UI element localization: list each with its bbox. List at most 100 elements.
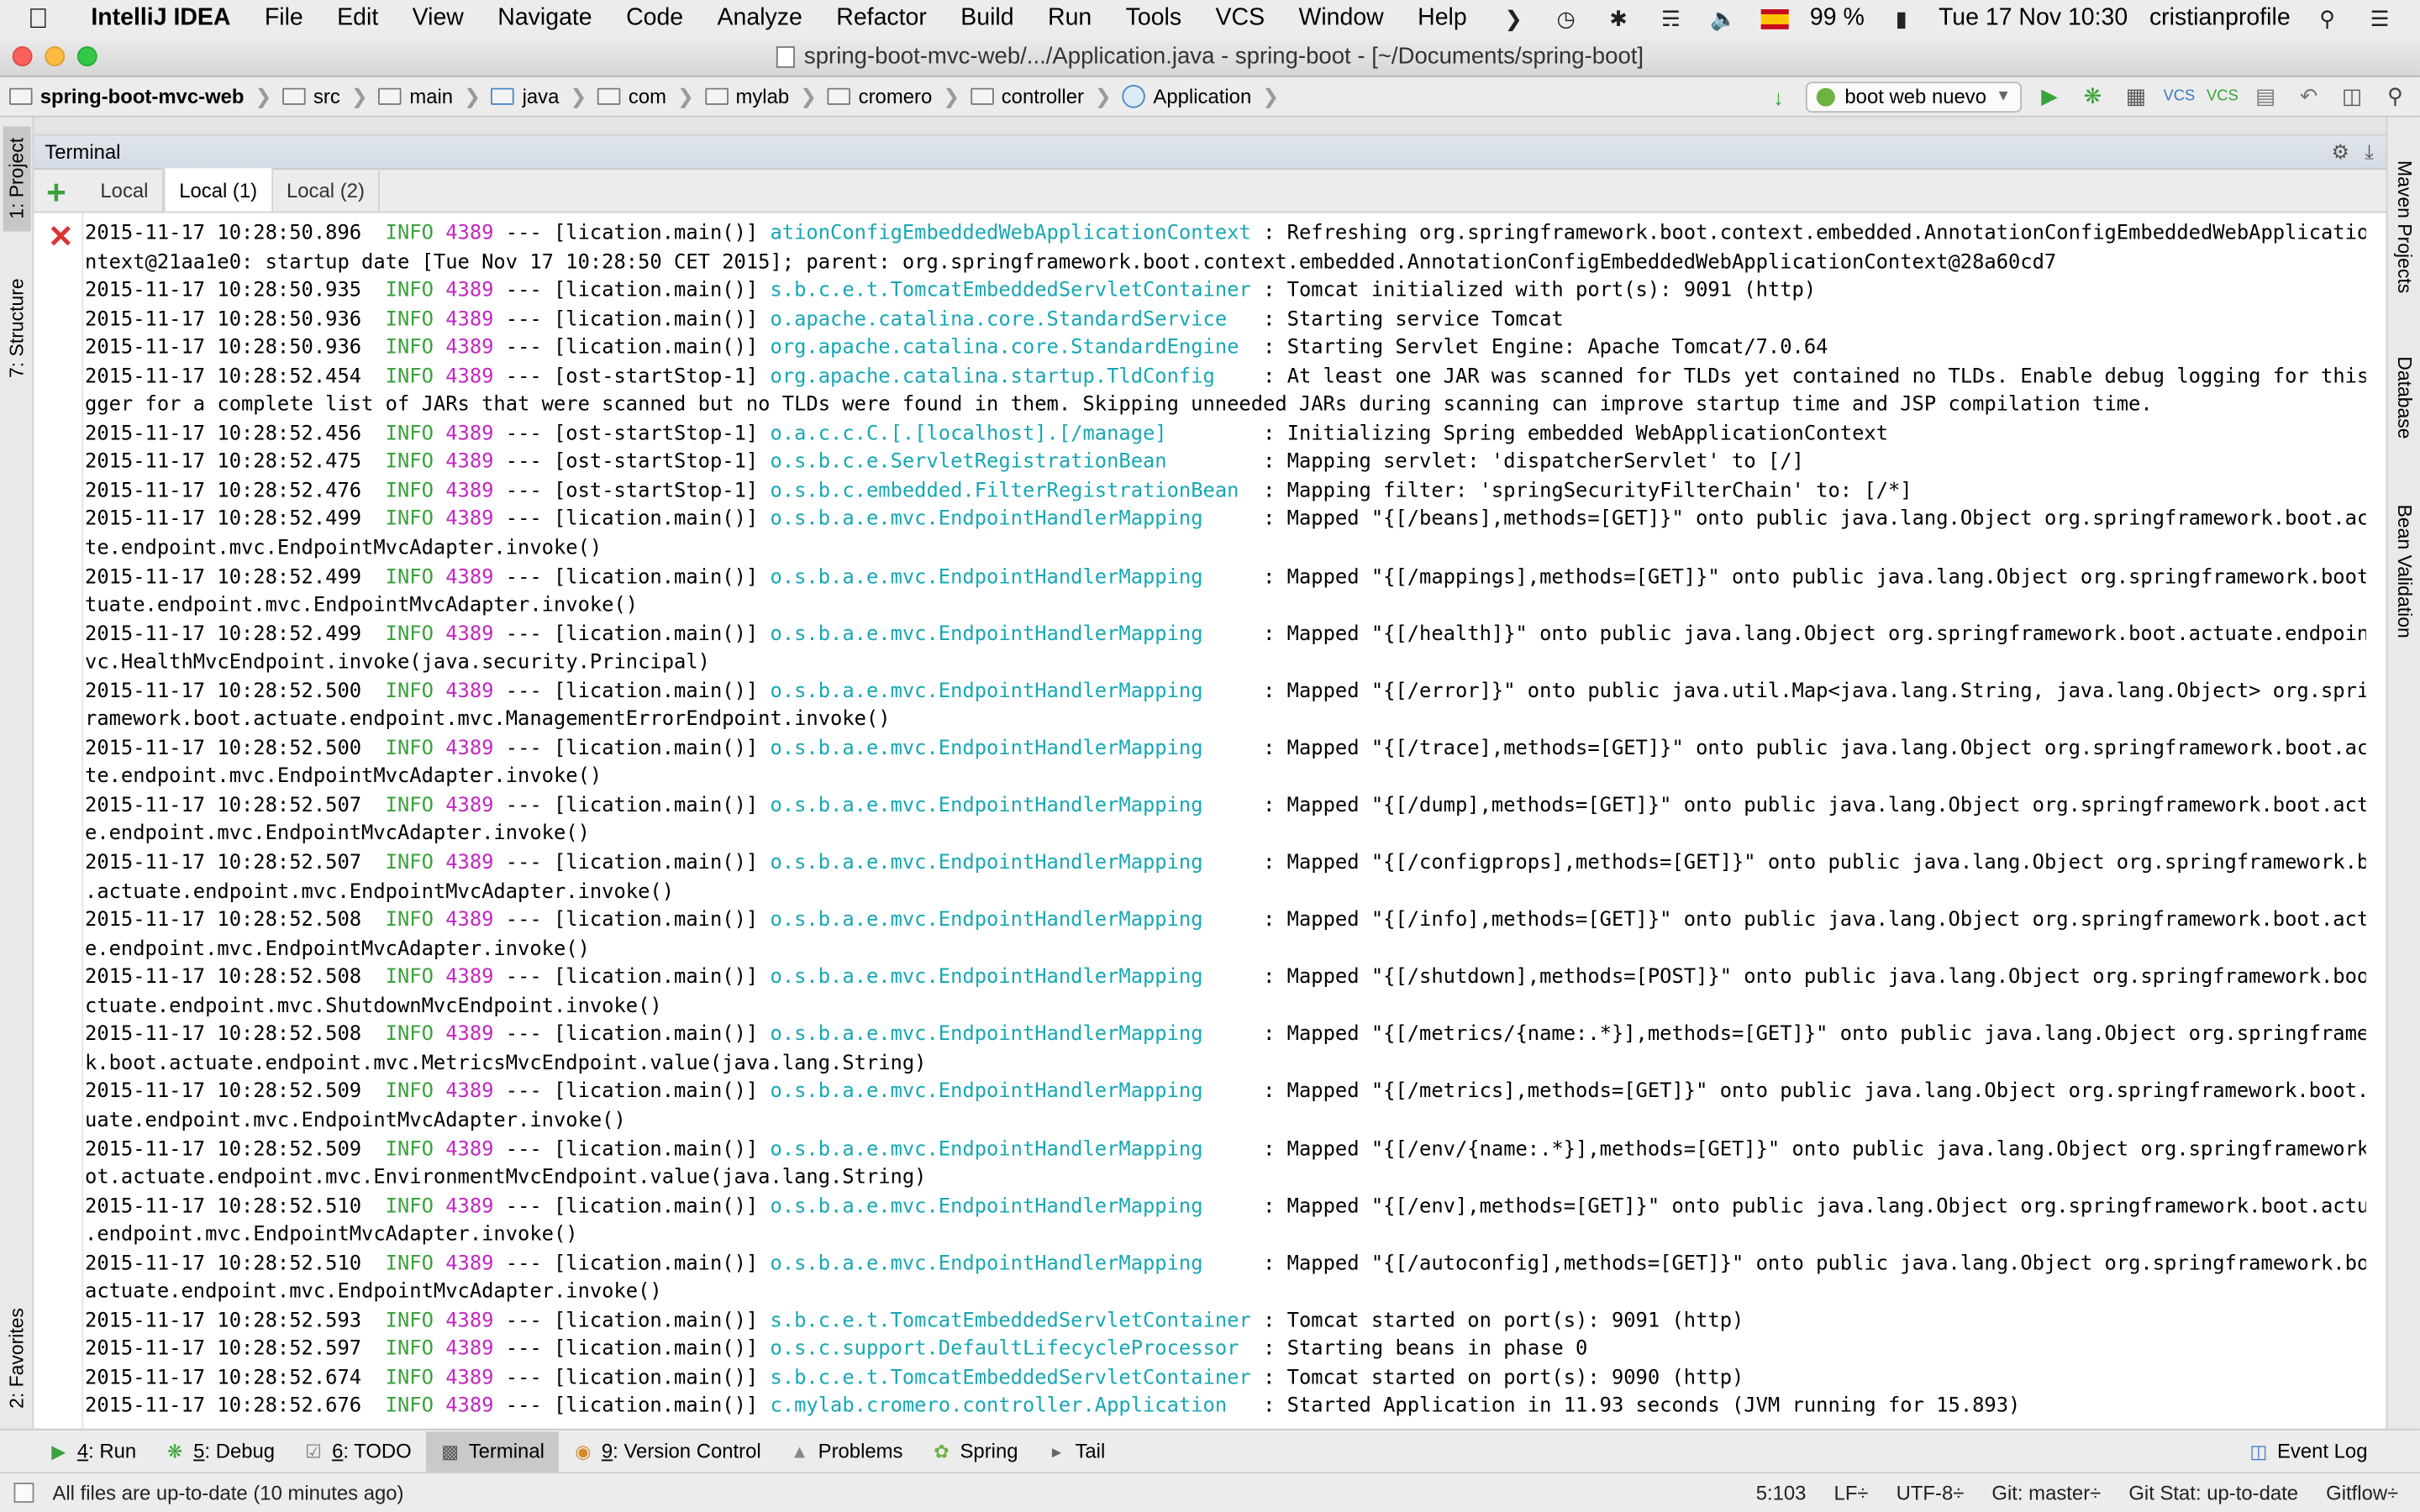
log-message: : Mapped "{[/error]}" onto public java.u… bbox=[1202, 680, 2366, 704]
log-level: INFO bbox=[385, 565, 434, 589]
apple-icon[interactable]:  bbox=[28, 3, 74, 35]
log-logger: s.b.c.e.t.TomcatEmbeddedServletContainer bbox=[770, 279, 1251, 303]
tool-button-run[interactable]: ▶ 4: Run bbox=[34, 1431, 150, 1472]
tool-button-tail[interactable]: ▸ Tail bbox=[1032, 1431, 1119, 1472]
tool-button-label: : Debug bbox=[204, 1439, 276, 1463]
menu-code[interactable]: Code bbox=[609, 5, 700, 33]
spotlight-search-icon[interactable]: ⚲ bbox=[2312, 5, 2343, 30]
crumb-com[interactable]: com bbox=[588, 85, 676, 108]
crumb-src[interactable]: src bbox=[273, 85, 350, 108]
notification-center-icon[interactable]: ☰ bbox=[2365, 5, 2396, 30]
revert-icon[interactable]: ↶ bbox=[2293, 81, 2324, 112]
battery-percent[interactable]: 99 % bbox=[1810, 5, 1865, 33]
favorites-tool-tab[interactable]: 2: Favorites bbox=[3, 1296, 31, 1420]
menu-edit[interactable]: Edit bbox=[320, 5, 395, 33]
caret-position[interactable]: 5:103 bbox=[1756, 1481, 1807, 1504]
new-session-plus-icon[interactable]: + bbox=[46, 175, 66, 209]
wifi-icon[interactable]: ☴ bbox=[1655, 5, 1686, 30]
menu-run[interactable]: Run bbox=[1031, 5, 1109, 33]
user-name[interactable]: cristianprofile bbox=[2149, 5, 2291, 33]
log-logger: ationConfigEmbeddedWebApplicationContext bbox=[770, 222, 1251, 246]
menu-build[interactable]: Build bbox=[944, 5, 1031, 33]
bean-validation-tool-tab[interactable]: Bean Validation bbox=[2391, 487, 2418, 654]
log-level: INFO bbox=[385, 851, 434, 875]
crumb-module[interactable]: spring-boot-mvc-web bbox=[0, 85, 254, 108]
minimize-window-button[interactable] bbox=[45, 46, 66, 66]
project-structure-icon[interactable]: ◫ bbox=[2337, 81, 2368, 112]
maven-projects-tool-tab[interactable]: Maven Projects bbox=[2391, 142, 2418, 312]
log-pid: 4389 bbox=[445, 422, 494, 446]
git-stat[interactable]: Git Stat: up-to-date bbox=[2128, 1481, 2298, 1504]
tab-local-1[interactable]: Local (1) bbox=[163, 168, 273, 212]
input-source-flag-icon[interactable] bbox=[1760, 8, 1789, 29]
tool-button-vcs[interactable]: ◉ 9: Version Control bbox=[558, 1431, 775, 1472]
menu-app-name[interactable]: IntelliJ IDEA bbox=[74, 5, 248, 33]
terminal-line: 2015-11-17 10:28:52.500 INFO 4389 --- [l… bbox=[85, 736, 2366, 764]
run-configuration-select[interactable]: boot web nuevo ▼ bbox=[1806, 81, 2023, 113]
crumb-mylab[interactable]: mylab bbox=[696, 85, 798, 108]
tool-button-problems[interactable]: ▲ Problems bbox=[775, 1431, 917, 1472]
bartender-icon[interactable]: ❯ bbox=[1498, 5, 1529, 30]
log-space bbox=[434, 909, 445, 932]
debug-icon[interactable]: ❋ bbox=[2077, 81, 2108, 112]
close-window-button[interactable] bbox=[12, 46, 33, 66]
menu-tools[interactable]: Tools bbox=[1108, 5, 1198, 33]
search-everywhere-icon[interactable]: ⚲ bbox=[2380, 81, 2411, 112]
menu-view[interactable]: View bbox=[395, 5, 481, 33]
menu-file[interactable]: File bbox=[248, 5, 320, 33]
database-tool-tab[interactable]: Database bbox=[2391, 339, 2418, 457]
log-continuation: te.endpoint.mvc.EndpointMvcAdapter.invok… bbox=[85, 765, 602, 790]
run-icon[interactable]: ▶ bbox=[2034, 81, 2065, 112]
gitflow-widget[interactable]: Gitflow÷ bbox=[2326, 1481, 2398, 1504]
project-tool-tab[interactable]: 1: Project bbox=[3, 126, 31, 232]
time-machine-icon[interactable]: ◷ bbox=[1550, 5, 1581, 30]
tool-button-debug[interactable]: ❋ 5: Debug bbox=[150, 1431, 289, 1472]
settings-gear-icon[interactable]: ⚙ bbox=[2332, 139, 2349, 164]
terminal-output[interactable]: 2015-11-17 10:28:50.896 INFO 4389 --- [l… bbox=[85, 221, 2366, 1427]
coverage-icon[interactable]: ▦ bbox=[2121, 81, 2152, 112]
log-level: INFO bbox=[385, 680, 434, 704]
zoom-window-button[interactable] bbox=[76, 46, 97, 66]
clock[interactable]: Tue 17 Nov 10:30 bbox=[1939, 5, 2128, 33]
file-encoding[interactable]: UTF-8÷ bbox=[1897, 1481, 1965, 1504]
menu-window[interactable]: Window bbox=[1281, 5, 1401, 33]
tab-local-2[interactable]: Local (2) bbox=[272, 168, 381, 212]
event-log-button[interactable]: ◫ Event Log bbox=[2234, 1431, 2420, 1472]
tool-button-todo[interactable]: ☑ 6: TODO bbox=[289, 1431, 426, 1472]
line-separator[interactable]: LF÷ bbox=[1834, 1481, 1869, 1504]
log-level: INFO bbox=[385, 1252, 434, 1276]
close-session-icon[interactable]: ✕ bbox=[48, 222, 74, 253]
log-level: INFO bbox=[385, 1395, 434, 1419]
vcs-commit-icon[interactable]: VCS bbox=[2207, 81, 2238, 112]
hide-tool-window-icon[interactable]: ⤓ bbox=[2365, 139, 2374, 164]
bluetooth-icon[interactable]: ✱ bbox=[1603, 5, 1634, 30]
menu-refactor[interactable]: Refactor bbox=[819, 5, 944, 33]
crumb-main[interactable]: main bbox=[370, 85, 463, 108]
battery-icon[interactable]: ▮ bbox=[1886, 5, 1918, 30]
volume-icon[interactable]: 🔈 bbox=[1708, 5, 1739, 30]
vcs-history-icon[interactable]: ▤ bbox=[2250, 81, 2281, 112]
tool-button-terminal[interactable]: ▩ Terminal bbox=[425, 1431, 559, 1472]
folder-icon bbox=[282, 87, 306, 105]
git-branch[interactable]: Git: master÷ bbox=[1991, 1481, 2101, 1504]
log-logger: o.s.c.support.DefaultLifecycleProcessor bbox=[770, 1338, 1239, 1362]
crumb-controller[interactable]: controller bbox=[961, 85, 1093, 108]
menu-navigate[interactable]: Navigate bbox=[481, 5, 609, 33]
tool-button-spring[interactable]: ✿ Spring bbox=[917, 1431, 1032, 1472]
menu-analyze[interactable]: Analyze bbox=[700, 5, 819, 33]
sort-icon[interactable]: ↓ bbox=[1763, 81, 1794, 112]
structure-tool-tab[interactable]: 7: Structure bbox=[3, 260, 31, 398]
tool-windows-toggle-icon[interactable] bbox=[13, 1483, 34, 1503]
menu-vcs[interactable]: VCS bbox=[1198, 5, 1281, 33]
tab-local[interactable]: Local bbox=[87, 168, 164, 212]
vcs-update-icon[interactable]: VCS bbox=[2164, 81, 2196, 112]
tool-button-mnemonic: 6 bbox=[332, 1439, 344, 1463]
menu-help[interactable]: Help bbox=[1401, 5, 1484, 33]
crumb-java[interactable]: java bbox=[482, 85, 569, 108]
terminal-line: 2015-11-17 10:28:52.597 INFO 4389 --- [l… bbox=[85, 1336, 2366, 1365]
crumb-application[interactable]: Application bbox=[1113, 85, 1261, 108]
log-space bbox=[434, 280, 445, 303]
log-space bbox=[434, 451, 445, 475]
crumb-cromero[interactable]: cromero bbox=[818, 85, 941, 108]
log-timestamp: 2015-11-17 10:28:52.500 bbox=[85, 737, 386, 761]
